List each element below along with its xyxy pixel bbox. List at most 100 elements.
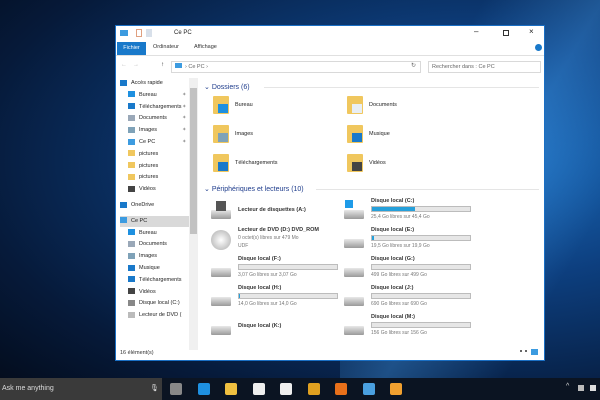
microphone-icon[interactable]: 🎙 [150, 378, 159, 400]
up-button[interactable]: ↑ [161, 62, 164, 68]
close-button[interactable]: × [529, 27, 534, 36]
folder-item[interactable]: Documents [347, 96, 457, 116]
drive-label: Lecteur de disquettes (A:) [238, 207, 306, 213]
drive-item[interactable]: Disque local (F:) 3,07 Go libres sur 3,07… [211, 256, 338, 283]
folder-overlay-icon [218, 104, 228, 113]
drive-label: Disque local (C:) [371, 198, 415, 204]
folder-label: Bureau [235, 102, 253, 108]
volume-icon[interactable] [590, 385, 596, 391]
image-icon [128, 126, 135, 133]
devices-header[interactable]: ⌄ Périphériques et lecteurs (10) [204, 185, 304, 193]
computer-icon [120, 217, 127, 224]
chrome-icon[interactable] [307, 383, 320, 395]
scrollbar-thumb[interactable] [190, 88, 197, 234]
drive-free-space: 690 Go libres sur 690 Go [371, 301, 427, 307]
drive-item[interactable]: Disque local (K:) [211, 314, 336, 341]
folder-overlay-icon [352, 133, 362, 142]
drive-label: Disque local (H:) [238, 285, 282, 291]
minimize-button[interactable]: – [474, 27, 478, 36]
sidebar-item-label: Ce PC [139, 139, 156, 145]
drive-usage-bar [371, 322, 471, 328]
drive-free-space: 499 Go libres sur 499 Go [371, 272, 427, 278]
drive-item[interactable]: Disque local (E:) 19,5 Go libres sur 19,9… [344, 227, 471, 254]
back-button[interactable]: ← [121, 62, 127, 68]
properties-icon[interactable] [136, 29, 142, 37]
cloud-icon [120, 201, 127, 208]
pin-icon[interactable]: ✦ [182, 113, 187, 124]
mail-icon[interactable] [280, 383, 292, 395]
tray-chevron-icon[interactable]: ^ [566, 383, 569, 390]
firefox-icon[interactable] [335, 383, 347, 395]
sidebar-item[interactable]: Accès rapide [120, 78, 192, 89]
hard-drive-icon [344, 268, 364, 277]
store-icon[interactable] [252, 383, 265, 395]
maximize-button[interactable] [503, 30, 509, 36]
drive-item[interactable]: Lecteur de disquettes (A:) [211, 198, 336, 225]
dvd-icon [211, 230, 231, 250]
music-icon [128, 264, 135, 271]
image-icon [128, 252, 135, 259]
usage-fill [372, 236, 374, 240]
drive-usage-bar [371, 264, 471, 270]
pin-icon[interactable]: ✦ [182, 125, 187, 136]
floppy-disk-icon [216, 201, 226, 211]
address-bar[interactable]: › Ce PC › [171, 61, 421, 73]
folder-label: Téléchargements [235, 160, 278, 166]
sidebar-item[interactable]: OneDrive [120, 200, 192, 211]
refresh-button[interactable]: ↻ [411, 62, 416, 69]
sidebar-item-label: Musique [139, 265, 160, 271]
tiles-view-button[interactable] [531, 349, 538, 355]
drive-item[interactable]: Lecteur de DVD (D:) DVD_ROM 0 octet(s) li… [211, 227, 336, 254]
document-icon [128, 114, 135, 121]
pin-icon[interactable]: ✦ [182, 102, 187, 113]
devices-header-label: Périphériques et lecteurs (10) [211, 186, 304, 193]
folder-icon [128, 173, 135, 180]
hard-drive-icon [211, 326, 231, 335]
folders-header[interactable]: ⌄ Dossiers (6) [204, 83, 250, 91]
bulb-icon[interactable] [390, 383, 402, 395]
sidebar-item-label: pictures [139, 162, 159, 169]
sidebar-item-label: Téléchargements [139, 103, 182, 110]
help-icon[interactable] [535, 44, 542, 51]
pin-icon[interactable]: ✦ [182, 90, 187, 101]
folder-item[interactable]: Musique [347, 125, 457, 145]
download-icon [128, 103, 135, 110]
cortana-search-box[interactable]: Ask me anything 🎙 [0, 378, 162, 400]
tab-fichier[interactable]: Fichier [117, 42, 146, 55]
network-icon[interactable] [578, 385, 584, 391]
video-icon [128, 185, 135, 192]
drive-item[interactable]: Disque local (H:) 14,0 Go libres sur 14,0… [211, 285, 338, 312]
file-explorer-icon[interactable] [225, 383, 237, 395]
paint-icon[interactable] [362, 383, 375, 395]
folder-item[interactable]: Vidéos [347, 154, 457, 174]
drive-item[interactable]: Disque local (J:) 690 Go libres sur 690 G… [344, 285, 471, 312]
tab-affichage[interactable]: Affichage [194, 44, 217, 50]
folder-item[interactable]: Téléchargements [213, 154, 323, 174]
forward-button[interactable]: → [133, 62, 139, 68]
usage-fill [372, 207, 416, 211]
task-view-icon[interactable] [170, 383, 182, 395]
folder-item[interactable]: Bureau [213, 96, 323, 116]
pin-icon[interactable]: ✦ [182, 137, 187, 148]
divider [316, 189, 539, 190]
computer-icon [175, 63, 182, 68]
search-placeholder: Ask me anything [2, 385, 54, 392]
folder-icon [128, 150, 135, 157]
tab-ordinateur[interactable]: Ordinateur [153, 44, 179, 50]
sidebar-item-label: Lecteur de DVD ( [139, 312, 182, 319]
folder-item[interactable]: Images [213, 125, 323, 145]
hard-drive-icon [211, 268, 231, 277]
sidebar-item[interactable]: Ce PC [120, 215, 192, 227]
hard-drive-icon [344, 239, 364, 248]
edge-icon[interactable] [197, 383, 210, 395]
details-view-button[interactable] [520, 350, 527, 356]
document-icon [128, 240, 135, 247]
drive-item[interactable]: Disque local (C:) 25,4 Go libres sur 45,4… [344, 198, 471, 225]
folder-overlay-icon [218, 162, 228, 171]
dvd-icon [128, 311, 135, 318]
drive-item[interactable]: Disque local (M:) 156 Go libres sur 156 G… [344, 314, 471, 341]
drive-free-space: 25,4 Go libres sur 45,4 Go [371, 214, 430, 220]
new-folder-icon[interactable] [146, 29, 152, 37]
search-input[interactable]: Rechercher dans : Ce PC [428, 61, 541, 73]
drive-item[interactable]: Disque local (G:) 499 Go libres sur 499 G… [344, 256, 471, 283]
